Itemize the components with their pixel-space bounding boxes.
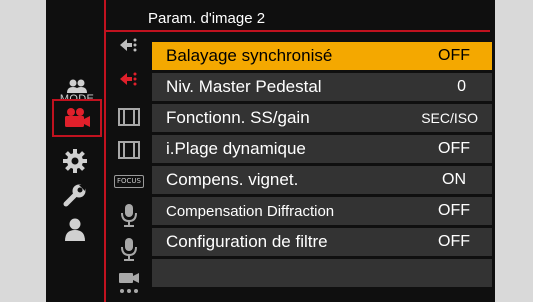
image-settings-2-icon[interactable] <box>116 68 142 90</box>
people-icon <box>67 79 87 93</box>
focus-label: FOCUS <box>114 174 144 188</box>
video-camera-icon <box>54 101 100 135</box>
menu-item-value: OFF <box>438 47 470 64</box>
video-camera-more-icon[interactable] <box>114 268 144 298</box>
microphone-2-icon[interactable] <box>116 236 142 262</box>
menu-item-label: Configuration de filtre <box>166 232 328 251</box>
menu-item-value: ON <box>442 171 466 188</box>
gear-icon[interactable] <box>60 146 90 176</box>
menu-item-niv-master-pedestal[interactable]: Niv. Master Pedestal 0 <box>152 73 492 101</box>
film-format-2-icon[interactable] <box>116 139 142 161</box>
camera-menu-screen: Param. d'image 2 MODE <box>46 0 495 302</box>
menu-item-value: OFF <box>438 140 470 157</box>
person-icon[interactable] <box>60 214 90 244</box>
menu-item-i-plage-dynamique[interactable]: i.Plage dynamique OFF <box>152 135 492 163</box>
menu-divider <box>104 0 106 30</box>
menu-item-compens-vignet[interactable]: Compens. vignet. ON <box>152 166 492 194</box>
menu-item-compensation-diffraction[interactable]: Compensation Diffraction OFF <box>152 197 492 225</box>
video-category-selected[interactable] <box>52 99 102 137</box>
menu-item-balayage-synchronise[interactable]: Balayage synchronisé OFF <box>152 42 492 70</box>
menu-item-label: Fonctionn. SS/gain <box>166 108 310 127</box>
menu-item-empty <box>152 259 492 287</box>
image-settings-1-icon[interactable] <box>116 34 142 56</box>
menu-item-label: i.Plage dynamique <box>166 139 306 158</box>
menu-item-fonctionn-ss-gain[interactable]: Fonctionn. SS/gain SEC/ISO <box>152 104 492 132</box>
menu-item-value: 0 <box>457 78 466 95</box>
menu-item-value: OFF <box>438 202 470 219</box>
menu-item-label: Balayage synchronisé <box>166 46 333 65</box>
microphone-1-icon[interactable] <box>116 202 142 228</box>
menu-item-label: Compensation Diffraction <box>166 202 335 220</box>
page-title: Param. d'image 2 <box>148 10 266 27</box>
menu-item-configuration-de-filtre[interactable]: Configuration de filtre OFF <box>152 228 492 256</box>
focus-tab[interactable]: FOCUS <box>112 170 146 192</box>
settings-list: Balayage synchronisé OFF Niv. Master Ped… <box>152 42 492 290</box>
wrench-icon[interactable] <box>60 180 90 210</box>
subtab-column: FOCUS <box>106 30 150 302</box>
menu-item-label: Compens. vignet. <box>166 170 299 189</box>
menu-item-value: OFF <box>438 233 470 250</box>
category-column: MODE <box>46 30 102 302</box>
menu-item-value: SEC/ISO <box>421 110 478 126</box>
film-format-1-icon[interactable] <box>116 106 142 128</box>
menu-item-label: Niv. Master Pedestal <box>166 77 322 96</box>
